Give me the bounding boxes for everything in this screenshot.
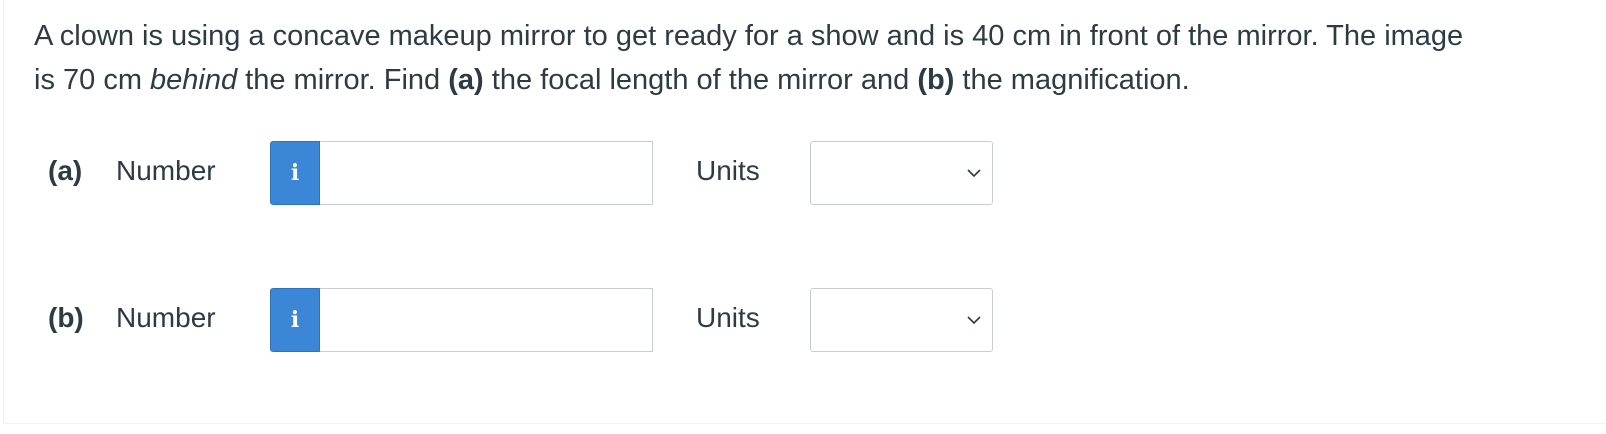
units-select-b[interactable] (810, 288, 993, 352)
units-label: Units (696, 302, 760, 333)
question-card: A clown is using a concave makeup mirror… (3, 0, 1606, 424)
number-label: Number (116, 302, 216, 333)
question-line-1: A clown is using a concave makeup mirror… (34, 20, 1464, 52)
question-seg-d: the magnification. (954, 64, 1190, 96)
info-icon[interactable]: i (270, 141, 320, 205)
chevron-down-icon (967, 316, 981, 325)
chevron-down-icon (967, 169, 981, 178)
question-seg-c: the focal length of the mirror and (483, 64, 918, 96)
part-label: (a) (48, 155, 83, 186)
question-text: A clown is using a concave makeup mirror… (34, 14, 1594, 102)
question-seg-a: is 70 cm (34, 64, 151, 96)
question-part-b-ref: (b) (917, 64, 955, 96)
answer-row-b: (b) Number i Units (48, 288, 1008, 352)
units-label: Units (696, 155, 760, 186)
answer-row-a: (a) Number i Units (48, 141, 1008, 205)
question-seg-b: the mirror. Find (237, 64, 449, 96)
number-label: Number (116, 155, 216, 186)
part-label: (b) (48, 302, 84, 333)
number-input-a[interactable] (320, 141, 653, 205)
question-part-a-ref: (a) (448, 64, 484, 96)
question-emphasis: behind (150, 64, 238, 96)
info-icon[interactable]: i (270, 288, 320, 352)
units-select-a[interactable] (810, 141, 993, 205)
number-input-b[interactable] (320, 288, 653, 352)
